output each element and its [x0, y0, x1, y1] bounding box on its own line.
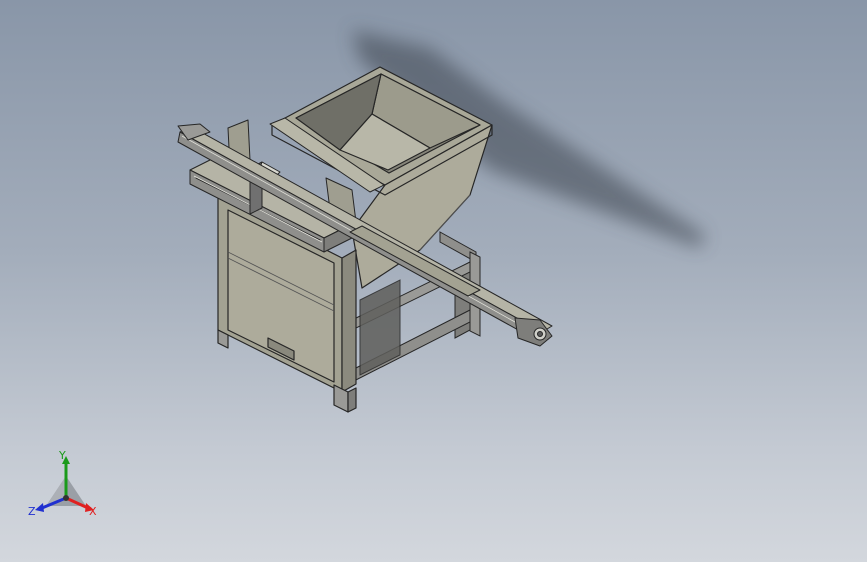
orientation-triad[interactable]: Y Z X — [26, 448, 106, 524]
model-view[interactable] — [0, 0, 867, 562]
graphics-area[interactable]: Y Z X — [0, 0, 867, 562]
x-axis-label: X — [89, 505, 97, 518]
z-axis-label: Z — [28, 505, 36, 518]
y-axis-label: Y — [59, 449, 66, 462]
